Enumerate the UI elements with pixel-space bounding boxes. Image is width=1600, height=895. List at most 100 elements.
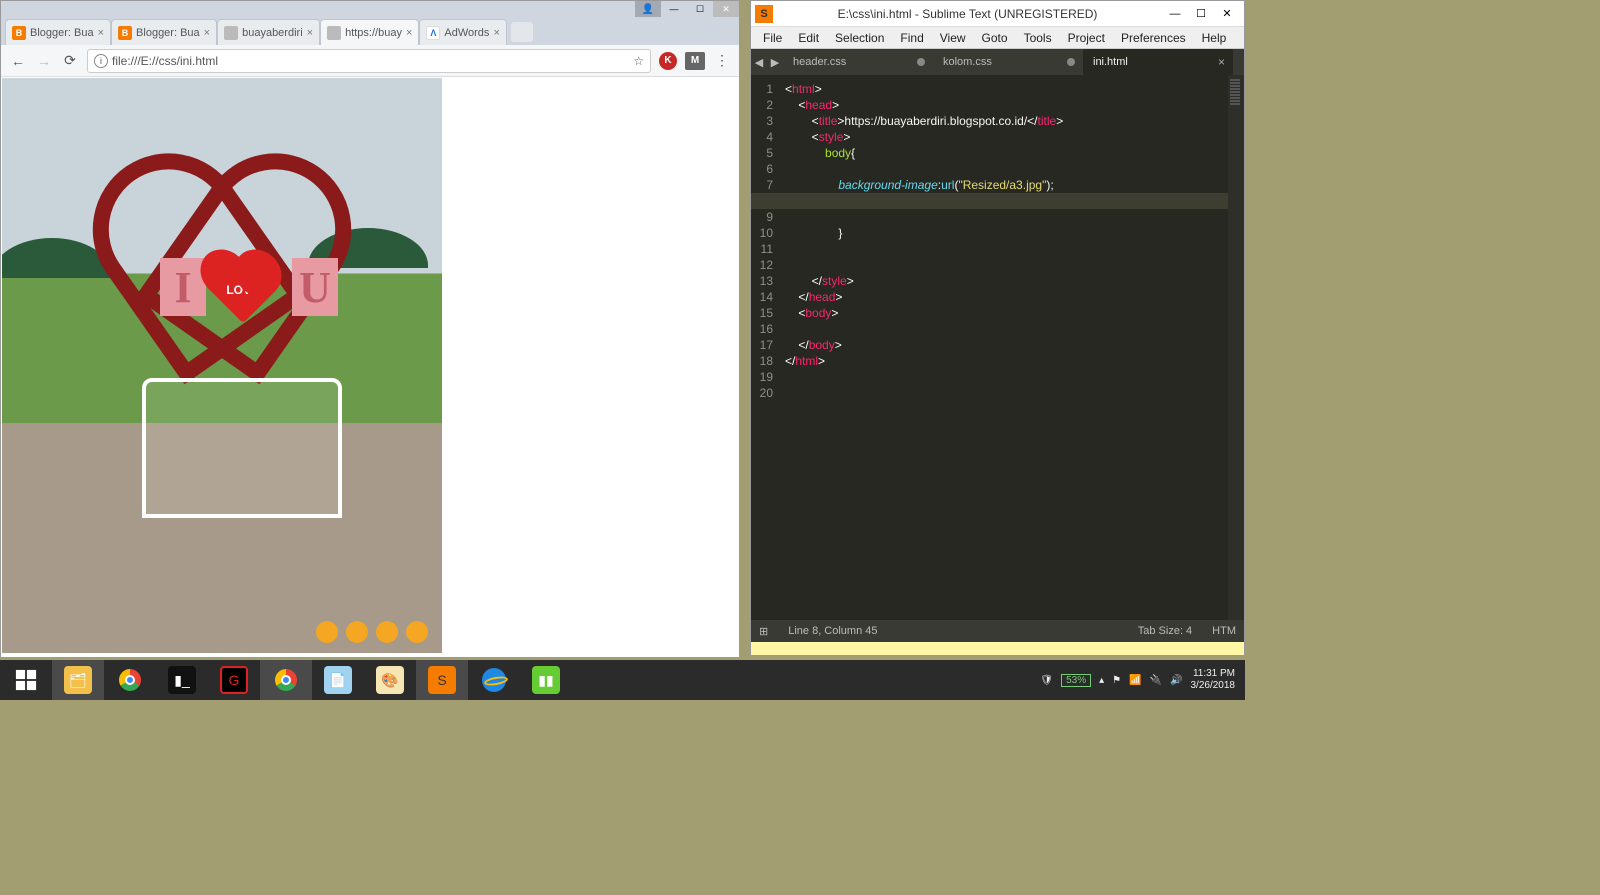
tab-scroll-right-icon[interactable]: ▶ (767, 49, 783, 75)
sublime-tab-row: ◀ ▶ header.css kolom.css ini.html × (751, 49, 1244, 75)
chrome-user-button[interactable]: 👤 (635, 1, 661, 17)
adwords-icon: Λ (426, 26, 440, 40)
sublime-maximize-button[interactable]: ☐ (1188, 5, 1214, 23)
taskbar-cmd[interactable]: ▮_ (156, 660, 208, 700)
menu-file[interactable]: File (755, 29, 790, 47)
page-background-image: I LOVE U (2, 78, 442, 653)
tab-close-icon[interactable]: × (493, 27, 499, 39)
taskbar-explorer[interactable]: 🗂 (52, 660, 104, 700)
status-syntax[interactable]: HTM (1212, 625, 1236, 637)
code-content[interactable]: <html> <head> <title>https://buayaberdir… (779, 75, 1228, 620)
chrome-new-tab-button[interactable] (511, 22, 533, 42)
tray-chevron-icon[interactable]: ▴ (1099, 675, 1104, 686)
sublime-window: S E:\css\ini.html - Sublime Text (UNREGI… (750, 0, 1245, 656)
start-button[interactable] (0, 660, 52, 700)
blogger-icon: B (12, 26, 26, 40)
volume-icon[interactable]: 🔊 (1170, 675, 1182, 686)
ie-icon (482, 668, 506, 692)
app-icon: ▮▮ (532, 666, 560, 694)
taskbar-ie[interactable] (468, 660, 520, 700)
tab-close-icon[interactable]: × (98, 27, 104, 39)
menu-project[interactable]: Project (1060, 29, 1113, 47)
taskbar-sublime[interactable]: S (416, 660, 468, 700)
menu-goto[interactable]: Goto (974, 29, 1016, 47)
sublime-close-button[interactable]: ✕ (1214, 5, 1240, 23)
status-tab-size[interactable]: Tab Size: 4 (1138, 625, 1192, 637)
forward-button[interactable]: → (35, 52, 53, 70)
editor-tab-header[interactable]: header.css (783, 49, 933, 75)
editor-tab-label: header.css (793, 56, 846, 68)
taskbar-chrome-2[interactable] (260, 660, 312, 700)
taskbar-clock[interactable]: 11:31 PM 3/26/2018 (1191, 668, 1236, 692)
tab-close-icon[interactable]: × (204, 27, 210, 39)
tab-scroll-left-icon[interactable]: ◀ (751, 49, 767, 75)
garena-icon: G (220, 666, 248, 694)
chrome-tab-4[interactable]: Λ AdWords × (419, 19, 506, 45)
battery-indicator[interactable]: 53% (1061, 674, 1091, 687)
letter-u: U (292, 258, 338, 316)
switch-project-icon[interactable]: ⊞ (759, 625, 768, 638)
taskbar-garena[interactable]: G (208, 660, 260, 700)
chrome-menu-button[interactable]: ⋮ (713, 52, 731, 70)
sublime-statusbar: ⊞ Line 8, Column 45 Tab Size: 4 HTM (751, 620, 1244, 642)
chrome-titlebar: 👤 — ☐ ✕ (1, 1, 739, 17)
bench-decor (142, 378, 342, 518)
editor-tab-kolom[interactable]: kolom.css (933, 49, 1083, 75)
editor-tab-close-icon[interactable]: × (1218, 55, 1225, 69)
sublime-titlebar[interactable]: S E:\css\ini.html - Sublime Text (UNREGI… (751, 1, 1244, 27)
line-number-gutter: 1234567891011121314151617181920 (751, 75, 779, 620)
notepad-icon: 📄 (324, 666, 352, 694)
chrome-tab-1[interactable]: B Blogger: Bua × (111, 19, 217, 45)
taskbar-paint[interactable]: 🎨 (364, 660, 416, 700)
paint-icon: 🎨 (376, 666, 404, 694)
star-icon[interactable]: ☆ (633, 54, 644, 68)
chrome-tab-3[interactable]: https://buay × (320, 19, 419, 45)
chrome-tab-0[interactable]: B Blogger: Bua × (5, 19, 111, 45)
menu-view[interactable]: View (932, 29, 974, 47)
minimap[interactable] (1228, 75, 1244, 620)
menu-find[interactable]: Find (892, 29, 931, 47)
folder-icon: 🗂 (64, 666, 92, 694)
menu-tools[interactable]: Tools (1016, 29, 1060, 47)
dirty-dot-icon (917, 58, 925, 66)
editor-tab-label: ini.html (1093, 56, 1128, 68)
menu-edit[interactable]: Edit (790, 29, 827, 47)
chrome-tab-2[interactable]: buayaberdiri × (217, 19, 320, 45)
editor-area[interactable]: 1234567891011121314151617181920 <html> <… (751, 75, 1244, 620)
taskbar-misc[interactable]: ▮▮ (520, 660, 572, 700)
chrome-minimize-button[interactable]: — (661, 1, 687, 17)
gmail-extension-icon[interactable]: M (685, 52, 705, 70)
menu-preferences[interactable]: Preferences (1113, 29, 1194, 47)
security-icon[interactable]: 🛡 (1040, 675, 1053, 686)
address-text: file:///E://css/ini.html (112, 54, 218, 68)
chrome-maximize-button[interactable]: ☐ (687, 1, 713, 17)
sublime-menubar: File Edit Selection Find View Goto Tools… (751, 27, 1244, 49)
taskbar-notepad[interactable]: 📄 (312, 660, 364, 700)
tab-close-icon[interactable]: × (406, 27, 412, 39)
back-button[interactable]: ← (9, 52, 27, 70)
devices-icon[interactable]: 🔌 (1150, 675, 1162, 686)
chrome-icon (119, 669, 141, 691)
menu-selection[interactable]: Selection (827, 29, 892, 47)
taskbar-chrome[interactable] (104, 660, 156, 700)
reload-button[interactable]: ⟳ (61, 52, 79, 70)
sublime-icon: S (428, 666, 456, 694)
dirty-dot-icon (1067, 58, 1075, 66)
tab-close-icon[interactable]: × (307, 27, 313, 39)
site-info-icon[interactable]: i (94, 54, 108, 68)
menu-help[interactable]: Help (1194, 29, 1235, 47)
page-icon (327, 26, 341, 40)
chrome-close-button[interactable]: ✕ (713, 1, 739, 17)
extension-k-icon[interactable]: K (659, 52, 677, 70)
sublime-minimize-button[interactable]: — (1162, 5, 1188, 23)
flag-icon[interactable]: ⚑ (1112, 675, 1121, 686)
tab-label: Blogger: Bua (136, 27, 200, 39)
address-bar[interactable]: i file:///E://css/ini.html ☆ (87, 49, 651, 73)
blogger-icon: B (118, 26, 132, 40)
tab-label: buayaberdiri (242, 27, 303, 39)
clock-date: 3/26/2018 (1191, 680, 1236, 692)
sublime-logo-icon: S (755, 5, 773, 23)
editor-tab-ini[interactable]: ini.html × (1083, 49, 1233, 75)
windows-logo-icon (12, 666, 40, 694)
network-icon[interactable]: 📶 (1129, 675, 1141, 686)
